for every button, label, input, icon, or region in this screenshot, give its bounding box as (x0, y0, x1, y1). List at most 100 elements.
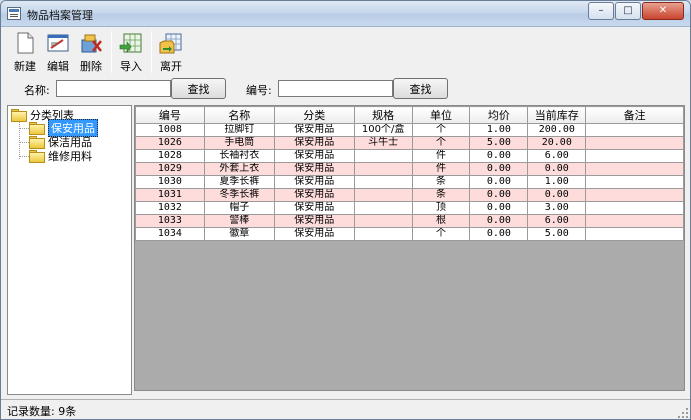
cell-code[interactable]: 1032 (135, 201, 205, 215)
cell-stock[interactable]: 0.00 (527, 162, 587, 176)
cell-category[interactable]: 保安用品 (273, 136, 355, 150)
cell-price[interactable]: 0.00 (469, 214, 529, 228)
cell-name[interactable]: 拉脚钉 (203, 123, 275, 137)
column-header-code[interactable]: 编号 (135, 106, 205, 124)
cell-code[interactable]: 1033 (135, 214, 205, 228)
cell-remark[interactable] (585, 175, 684, 189)
table-row[interactable]: 1028 长袖衬衣 保安用品 件 0.00 6.00 (135, 149, 684, 163)
maximize-button[interactable]: □ (615, 2, 641, 20)
tree-item-cleaning[interactable]: 保洁用品 (29, 135, 92, 149)
cell-unit[interactable]: 顶 (411, 201, 471, 215)
cell-category[interactable]: 保安用品 (273, 123, 355, 137)
cell-unit[interactable]: 个 (411, 123, 471, 137)
column-header-spec[interactable]: 规格 (353, 106, 413, 124)
items-grid[interactable]: 编号 名称 分类 规格 单位 均价 当前库存 备注 1008 拉脚钉 保安用品 100… (134, 105, 685, 391)
table-row[interactable]: 1029 外套上衣 保安用品件 0.00 0.00 (135, 162, 684, 176)
table-row[interactable]: 1033 警棒 保安用品 根 0.00 6.00 (135, 214, 684, 228)
cell-stock[interactable]: 6.00 (527, 149, 587, 163)
minimize-button[interactable]: – (588, 2, 614, 20)
cell-spec[interactable] (353, 227, 413, 241)
cell-name[interactable]: 冬季长裤 (203, 188, 275, 202)
cell-spec[interactable] (353, 214, 413, 228)
exit-button[interactable]: 离开 (155, 29, 187, 75)
code-search-button[interactable]: 查找 (393, 78, 448, 99)
cell-unit[interactable]: 个 (411, 227, 471, 241)
cell-spec[interactable] (353, 149, 413, 163)
cell-remark[interactable] (585, 188, 684, 202)
cell-unit[interactable]: 件 (411, 149, 471, 163)
cell-remark[interactable] (585, 162, 684, 176)
table-row[interactable]: 1030 夏季长裤 保安用品 条 0.00 1.00 (135, 175, 684, 189)
cell-unit[interactable]: 条 (411, 175, 471, 189)
tree-item-security[interactable]: 保安用品 (29, 119, 98, 137)
cell-name[interactable]: 夏季长裤 (203, 175, 275, 189)
cell-remark[interactable] (585, 136, 684, 150)
cell-name[interactable]: 外套上衣 (203, 162, 275, 176)
cell-unit[interactable]: 条 (411, 188, 471, 202)
cell-stock[interactable]: 3.00 (527, 201, 587, 215)
cell-code[interactable]: 1008 (135, 123, 205, 137)
cell-remark[interactable] (585, 227, 684, 241)
table-row[interactable]: 1026 手电筒 保安用品 斗牛士个 5.00 20.00 (135, 136, 684, 150)
cell-stock[interactable]: 200.00 (527, 123, 587, 137)
cell-remark[interactable] (585, 149, 684, 163)
cell-category[interactable]: 保安用品 (273, 175, 355, 189)
column-header-category[interactable]: 分类 (273, 106, 355, 124)
cell-category[interactable]: 保安用品 (273, 227, 355, 241)
cell-code[interactable]: 1028 (135, 149, 205, 163)
cell-price[interactable]: 0.00 (469, 149, 529, 163)
table-row[interactable]: 1034 徽章 保安用品 个 0.00 5.00 (135, 227, 684, 241)
cell-spec[interactable] (353, 175, 413, 189)
name-search-button[interactable]: 查找 (171, 78, 226, 99)
cell-price[interactable]: 0.00 (469, 201, 529, 215)
cell-stock[interactable]: 0.00 (527, 188, 587, 202)
cell-category[interactable]: 保安用品 (273, 201, 355, 215)
resize-grip-icon[interactable] (676, 406, 688, 418)
cell-stock[interactable]: 20.00 (527, 136, 587, 150)
cell-unit[interactable]: 件 (411, 162, 471, 176)
cell-spec[interactable] (353, 162, 413, 176)
cell-code[interactable]: 1034 (135, 227, 205, 241)
table-row[interactable]: 1031 冬季长裤 保安用品条 0.00 0.00 (135, 188, 684, 202)
cell-unit[interactable]: 个 (411, 136, 471, 150)
cell-name[interactable]: 徽章 (203, 227, 275, 241)
table-row[interactable]: 1032 帽子 保安用品 顶 0.00 3.00 (135, 201, 684, 215)
cell-code[interactable]: 1029 (135, 162, 205, 176)
cell-spec[interactable]: 100个/盒 (353, 123, 413, 137)
cell-spec[interactable] (353, 201, 413, 215)
column-header-price[interactable]: 均价 (469, 106, 529, 124)
cell-price[interactable]: 1.00 (469, 123, 529, 137)
cell-stock[interactable]: 6.00 (527, 214, 587, 228)
cell-code[interactable]: 1030 (135, 175, 205, 189)
tree-item-repair[interactable]: 维修用料 (29, 149, 92, 163)
cell-name[interactable]: 长袖衬衣 (203, 149, 275, 163)
column-header-name[interactable]: 名称 (203, 106, 275, 124)
cell-remark[interactable] (585, 201, 684, 215)
cell-spec[interactable]: 斗牛士 (353, 136, 413, 150)
cell-price[interactable]: 5.00 (469, 136, 529, 150)
cell-price[interactable]: 0.00 (469, 188, 529, 202)
edit-button[interactable]: 编辑 (42, 29, 74, 75)
cell-price[interactable]: 0.00 (469, 227, 529, 241)
cell-remark[interactable] (585, 123, 684, 137)
cell-code[interactable]: 1031 (135, 188, 205, 202)
cell-name[interactable]: 手电筒 (203, 136, 275, 150)
cell-price[interactable]: 0.00 (469, 175, 529, 189)
import-button[interactable]: 导入 (115, 29, 147, 75)
cell-name[interactable]: 警棒 (203, 214, 275, 228)
cell-category[interactable]: 保安用品 (273, 149, 355, 163)
cell-price[interactable]: 0.00 (469, 162, 529, 176)
cell-code[interactable]: 1026 (135, 136, 205, 150)
cell-unit[interactable]: 根 (411, 214, 471, 228)
cell-category[interactable]: 保安用品 (273, 188, 355, 202)
cell-remark[interactable] (585, 214, 684, 228)
code-search-input[interactable] (278, 80, 393, 97)
close-button[interactable]: ✕ (642, 2, 684, 20)
new-button[interactable]: 新建 (9, 29, 41, 75)
cell-name[interactable]: 帽子 (203, 201, 275, 215)
cell-category[interactable]: 保安用品 (273, 162, 355, 176)
cell-stock[interactable]: 5.00 (527, 227, 587, 241)
column-header-remark[interactable]: 备注 (585, 106, 684, 124)
delete-button[interactable]: 删除 (75, 29, 107, 75)
table-row[interactable]: 1008 拉脚钉 保安用品 100个/盒个 1.00 200.00 (135, 123, 684, 137)
